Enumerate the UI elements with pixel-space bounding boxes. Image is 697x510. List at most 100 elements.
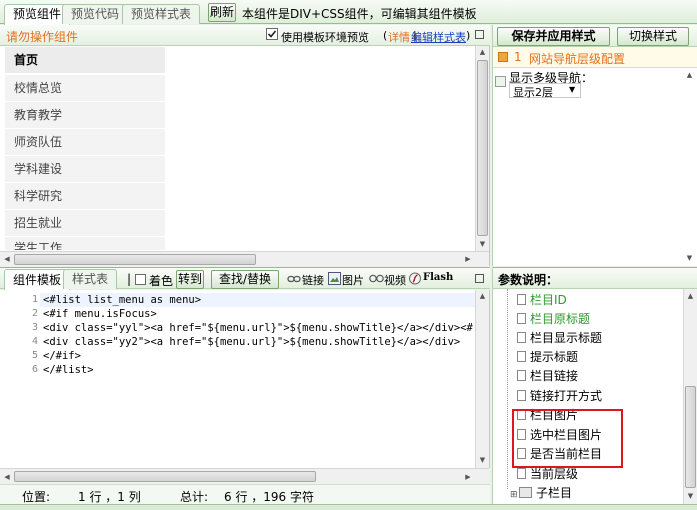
scroll-down-arrow-icon[interactable]: ▼: [476, 238, 489, 250]
tab-preview-component[interactable]: 预览组件: [4, 4, 71, 25]
code-line[interactable]: </#if>: [43, 350, 81, 362]
detail-link[interactable]: 详情: [388, 29, 410, 45]
level-select[interactable]: 显示2层 ▼: [509, 83, 581, 99]
goto-button[interactable]: 转到: [176, 270, 204, 289]
param-item[interactable]: 栏目链接: [517, 367, 578, 386]
editor-scroll-down-icon[interactable]: ▼: [476, 454, 489, 466]
paren-close: ): [466, 29, 471, 42]
link-icon: [287, 275, 301, 283]
tab-component-template[interactable]: 组件模板: [4, 269, 71, 290]
flash-icon: [409, 272, 421, 285]
tree-line: [507, 289, 508, 489]
scroll-right-arrow-icon[interactable]: ▶: [462, 253, 474, 265]
config-group-row[interactable]: 1 网站导航层级配置: [493, 47, 697, 68]
preview-header: 请勿操作组件 使用模板环境预览 ( 详情 | 编辑样式表 ): [0, 25, 490, 46]
collapse-icon[interactable]: [498, 52, 508, 62]
tab-preview-code[interactable]: 预览代码: [62, 4, 129, 24]
total-value: 6 行 ，196 字符: [224, 490, 314, 504]
param-item[interactable]: 栏目ID: [517, 291, 567, 310]
bottom-edge: [0, 504, 697, 510]
refresh-button[interactable]: 刷新: [208, 3, 236, 22]
insert-image-button[interactable]: 图片: [342, 272, 364, 288]
insert-flash-button[interactable]: Flash: [423, 272, 453, 283]
find-replace-button[interactable]: 查找/替换: [211, 270, 279, 289]
save-apply-style-button[interactable]: 保存并应用样式: [497, 27, 610, 46]
param-label: 栏目显示标题: [530, 331, 603, 345]
line-number: 4: [31, 336, 38, 347]
document-icon: [517, 351, 526, 362]
editor-vertical-scrollbar[interactable]: ▲ ▼: [475, 290, 489, 468]
scroll-up-arrow-icon[interactable]: ▲: [476, 46, 489, 58]
code-line[interactable]: <#if menu.isFocus>: [43, 308, 157, 320]
nav-item-admissions[interactable]: 招生就业: [5, 210, 165, 237]
code-line[interactable]: <div class="yy2"><a href="${menu.url}">$…: [43, 336, 460, 348]
scroll-left-arrow-icon[interactable]: ◀: [1, 253, 13, 265]
code-line[interactable]: <#list list_menu as menu>: [43, 294, 201, 306]
params-scrollbar[interactable]: ▲ ▼: [683, 289, 697, 504]
param-label: 栏目链接: [530, 369, 579, 383]
video-icon: [369, 274, 384, 283]
nav-item-overview[interactable]: 校情总览: [5, 75, 165, 102]
code-line[interactable]: </#list>: [43, 364, 94, 376]
paren-open: (: [383, 29, 388, 42]
param-item-expandable[interactable]: ⊞ 子栏目: [510, 484, 572, 503]
param-item[interactable]: 栏目原标题: [517, 310, 590, 329]
toolbar-separator: |: [127, 272, 132, 286]
editor-horizontal-scrollbar[interactable]: ◀ ▶: [0, 468, 489, 484]
insert-video-button[interactable]: 视频: [384, 272, 406, 288]
preview-horizontal-scrollbar[interactable]: ◀ ▶: [0, 251, 489, 266]
code-line[interactable]: <div class="yyl"><a href="${menu.url}">$…: [43, 322, 473, 334]
scroll-thumb[interactable]: [477, 60, 488, 236]
tab-stylesheet[interactable]: 样式表: [63, 269, 118, 289]
nav-item-teaching[interactable]: 教育教学: [5, 102, 165, 129]
highlight-box: [512, 409, 623, 468]
preview-hint: 请勿操作组件: [6, 30, 79, 44]
params-scroll-up-icon[interactable]: ▲: [684, 290, 697, 302]
switch-style-button[interactable]: 切换样式: [617, 27, 689, 46]
position-label: 位置:: [22, 490, 51, 504]
edit-stylesheet-link[interactable]: 编辑样式表: [411, 29, 466, 45]
style-panel-header: 保存并应用样式 切换样式: [493, 25, 697, 47]
code-editor[interactable]: 1 2 3 4 5 6 <#list list_menu as menu> <#…: [0, 290, 490, 468]
checkmark-icon: [267, 30, 277, 38]
nav-item-disciplines[interactable]: 学科建设: [5, 156, 165, 183]
document-icon: [517, 468, 526, 479]
style-panel-scrollbar[interactable]: ▲ ▼: [683, 68, 697, 266]
params-scroll-down-icon[interactable]: ▼: [684, 490, 697, 502]
expand-plus-icon[interactable]: ⊞: [510, 486, 519, 505]
line-number-gutter: 1 2 3 4 5 6: [0, 290, 40, 468]
env-preview-checkbox[interactable]: [266, 28, 278, 40]
config-number: 1: [514, 50, 522, 64]
editor-scroll-up-icon[interactable]: ▲: [476, 290, 489, 302]
insert-link-button[interactable]: 链接: [302, 272, 324, 288]
folder-icon: [519, 487, 532, 498]
param-label: 提示标题: [530, 350, 579, 364]
color-checkbox[interactable]: [135, 274, 146, 285]
horizontal-scroll-thumb[interactable]: [14, 254, 256, 265]
env-preview-label: 使用模板环境预览: [281, 31, 369, 44]
style-config-panel: 保存并应用样式 切换样式 1 网站导航层级配置 显示多级导航： 显示2层 ▼ ▲…: [492, 25, 697, 266]
preview-vertical-scrollbar[interactable]: ▲ ▼: [475, 46, 489, 251]
chevron-down-icon[interactable]: ▼: [569, 85, 575, 94]
image-icon: [328, 272, 341, 285]
param-item[interactable]: 提示标题: [517, 348, 578, 367]
preview-area: 首页 校情总览 教育教学 师资队伍 学科建设 科学研究 招生就业 学生工作 ▲ …: [0, 46, 490, 266]
nav-item-research[interactable]: 科学研究: [5, 183, 165, 210]
nav-item-faculty[interactable]: 师资队伍: [5, 129, 165, 156]
param-item[interactable]: 栏目显示标题: [517, 329, 602, 348]
color-label: 着色: [149, 274, 174, 288]
editor-scroll-right-icon[interactable]: ▶: [462, 471, 474, 483]
nav-item-home[interactable]: 首页: [5, 47, 165, 74]
param-label: 子栏目: [536, 486, 573, 500]
param-item[interactable]: 链接打开方式: [517, 387, 602, 406]
param-label: 链接打开方式: [530, 389, 603, 403]
editor-scroll-left-icon[interactable]: ◀: [1, 471, 13, 483]
editor-horizontal-thumb[interactable]: [14, 471, 316, 482]
tab-preview-stylesheet[interactable]: 预览样式表: [122, 4, 201, 24]
maximize-icon[interactable]: [475, 30, 484, 39]
style-scroll-down-icon[interactable]: ▼: [683, 252, 696, 264]
nav-item-students[interactable]: 学生工作: [5, 237, 165, 251]
editor-maximize-icon[interactable]: [475, 274, 484, 283]
params-scroll-thumb[interactable]: [685, 386, 696, 488]
style-scroll-up-icon[interactable]: ▲: [683, 69, 696, 81]
